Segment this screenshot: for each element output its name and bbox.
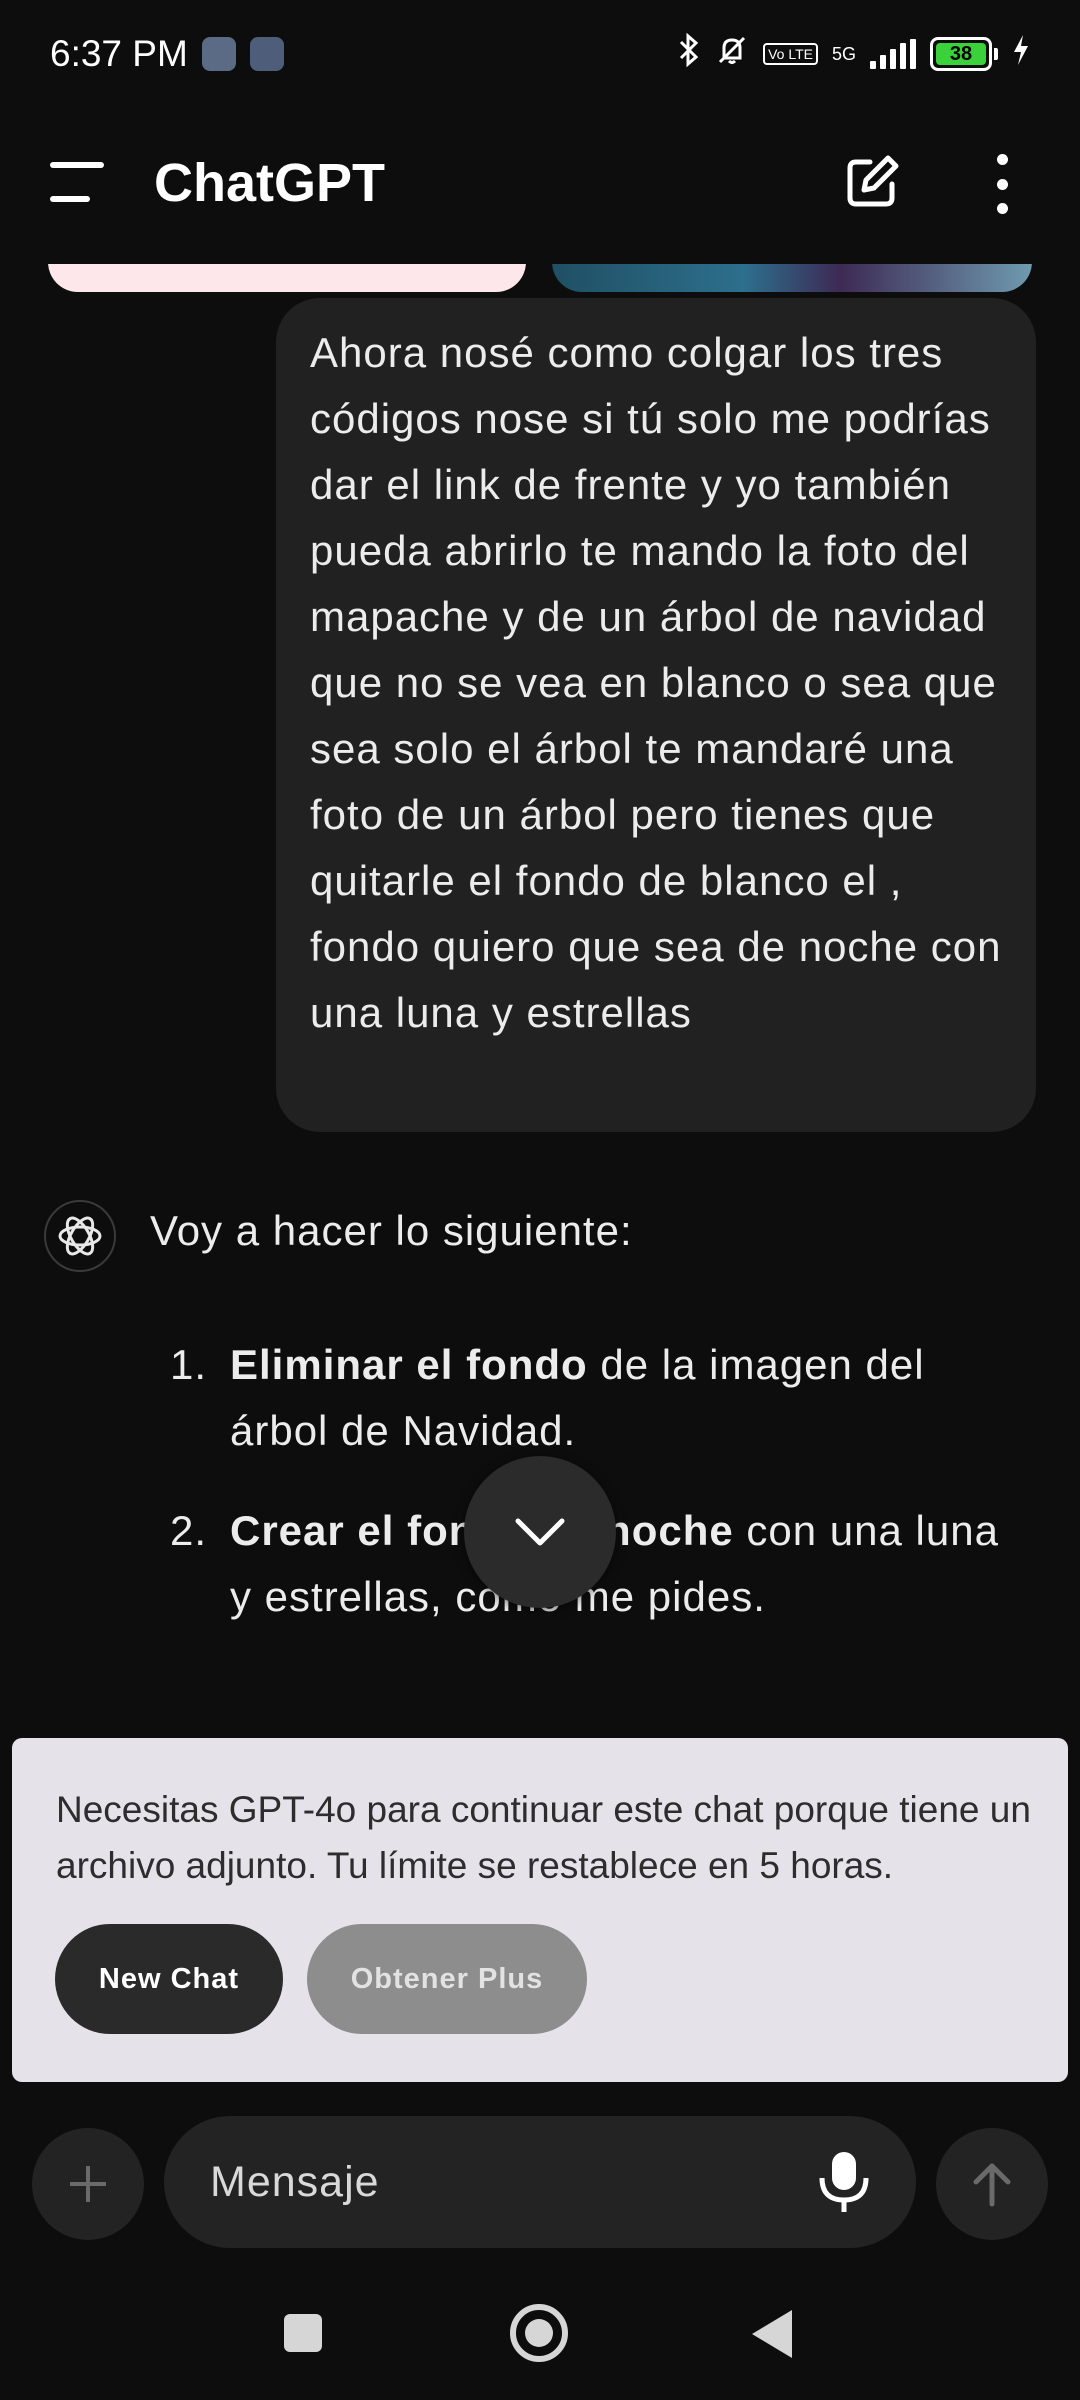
network-type: 5G	[831, 44, 856, 64]
menu-icon[interactable]	[50, 162, 104, 202]
step-bold-text: Eliminar el fondo	[230, 1341, 588, 1388]
notifications-muted-icon	[715, 33, 749, 75]
send-button[interactable]	[936, 2128, 1048, 2240]
recents-icon[interactable]	[284, 2314, 322, 2352]
upgrade-plus-button[interactable]: Obtener Plus	[307, 1924, 587, 2034]
more-options-icon[interactable]	[990, 154, 1014, 214]
list-item: 1. Eliminar el fondo de la imagen del árb…	[170, 1332, 1010, 1464]
bluetooth-icon	[677, 32, 701, 75]
volte-badge: Vo LTE	[763, 43, 818, 65]
home-icon[interactable]	[510, 2304, 568, 2362]
add-attachment-button[interactable]	[32, 2128, 144, 2240]
limit-banner: Necesitas GPT-4o para continuar este cha…	[12, 1738, 1068, 2082]
step-number: 1.	[170, 1341, 208, 1388]
previous-images	[0, 264, 1080, 294]
new-chat-icon[interactable]	[842, 152, 902, 212]
send-arrow-icon	[973, 2163, 1011, 2207]
new-chat-button[interactable]: New Chat	[55, 1924, 283, 2034]
notification-app-icon	[201, 37, 236, 71]
status-bar: 6:37 PM Vo LTE 5G 38	[0, 0, 1080, 108]
message-input[interactable]	[210, 2152, 770, 2212]
scroll-to-bottom-button[interactable]	[464, 1456, 616, 1608]
status-time: 6:37 PM	[50, 33, 188, 74]
assistant-intro-text: Voy a hacer lo siguiente:	[150, 1207, 633, 1254]
image-thumbnail[interactable]	[48, 264, 526, 292]
charging-icon	[1012, 34, 1030, 74]
notification-app-icon	[249, 37, 284, 71]
user-message-bubble: Ahora nosé como colgar los tres códigos …	[276, 298, 1036, 1132]
chatgpt-logo-icon	[44, 1200, 116, 1272]
message-composer	[164, 2116, 916, 2248]
system-nav-bar	[0, 2260, 1080, 2400]
add-icon	[70, 2166, 106, 2202]
microphone-icon[interactable]	[814, 2150, 874, 2214]
top-app-bar: ChatGPT	[0, 130, 1080, 234]
signal-icon	[870, 39, 916, 69]
chevron-down-icon	[515, 1518, 565, 1546]
image-thumbnail[interactable]	[552, 264, 1032, 292]
step-number: 2.	[170, 1507, 208, 1554]
battery-level: 38	[936, 43, 986, 65]
limit-message: Necesitas GPT-4o para continuar este cha…	[56, 1789, 1031, 1886]
back-icon[interactable]	[752, 2310, 792, 2358]
app-title: ChatGPT	[154, 153, 386, 213]
battery-icon: 38	[930, 37, 998, 71]
